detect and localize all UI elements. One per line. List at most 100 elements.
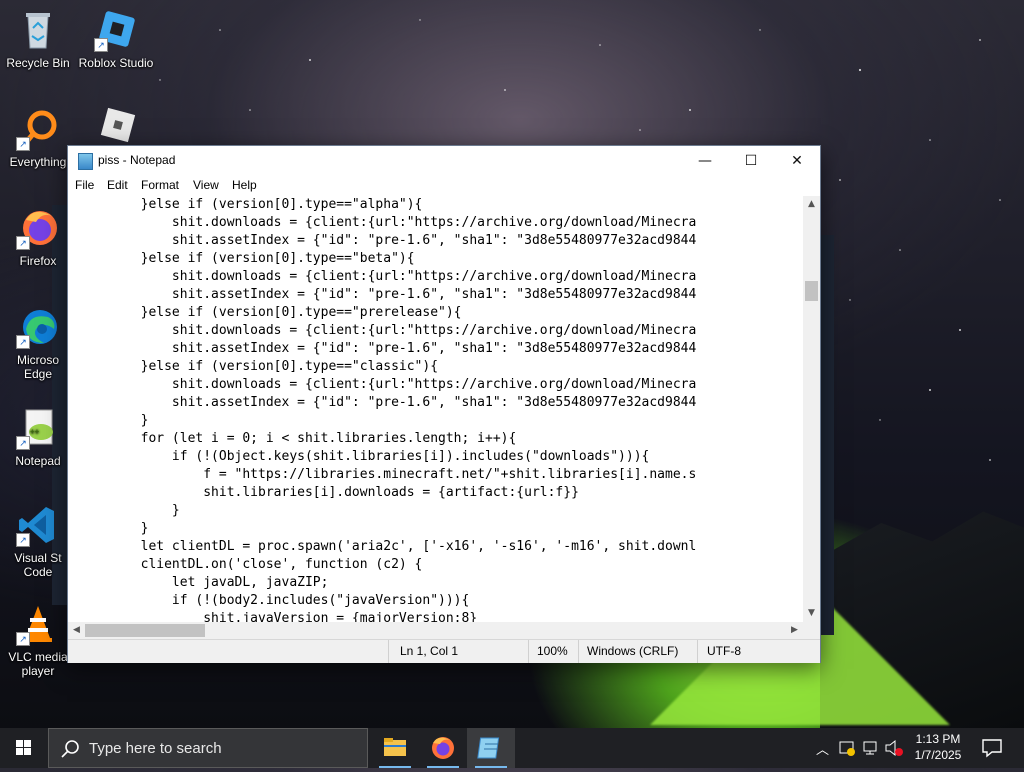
desktop-icon-label: Everything: [9, 155, 67, 169]
shortcut-arrow-icon: ↗: [16, 632, 30, 646]
desktop-icon-label: Microso: [16, 353, 59, 367]
desktop-icon-label: Firefox: [19, 254, 57, 268]
shortcut-arrow-icon: ↗: [16, 335, 30, 349]
status-separator: [578, 640, 579, 663]
status-encoding: UTF-8: [707, 644, 741, 658]
text-line: }else if (version[0].type=="prerelease")…: [78, 305, 462, 320]
desktop-icon-label: player: [21, 664, 55, 678]
text-line: shit.downloads = {client:{url:"https://a…: [78, 215, 697, 230]
desktop-icon-visual-studio-code[interactable]: ↗ Visual St Code: [0, 503, 76, 579]
shortcut-arrow-icon: ↗: [16, 533, 30, 547]
menu-view[interactable]: View: [193, 178, 219, 192]
clock-time: 1:13 PM: [915, 732, 961, 746]
text-line: }: [78, 503, 180, 518]
scroll-down-icon[interactable]: ▼: [803, 605, 820, 622]
volume-muted-icon[interactable]: [884, 739, 904, 757]
taskbar-notepad[interactable]: [467, 728, 515, 768]
text-line: }else if (version[0].type=="alpha"){: [78, 197, 423, 212]
taskbar: Type here to search ︿ 1:13 PM 1/7/2025: [0, 728, 1024, 768]
status-separator: [388, 640, 389, 663]
text-line: clientDL.on('close', function (c2) {: [78, 557, 423, 572]
search-icon: [61, 740, 79, 758]
start-button[interactable]: [0, 728, 48, 768]
network-icon[interactable]: [862, 739, 880, 757]
desktop-icon-label: Edge: [23, 367, 53, 381]
maximize-button[interactable]: ☐: [728, 146, 774, 176]
menu-format[interactable]: Format: [141, 178, 179, 192]
status-separator: [697, 640, 698, 663]
search-placeholder: Type here to search: [89, 740, 222, 757]
title-bar[interactable]: piss - Notepad — ☐ ✕: [68, 146, 820, 176]
vscode-icon: ↗: [16, 503, 60, 547]
text-line: }: [78, 521, 149, 536]
status-zoom: 100%: [537, 644, 568, 658]
notepad-icon: [477, 737, 500, 759]
text-line: }: [78, 413, 149, 428]
text-line: }else if (version[0].type=="beta"){: [78, 251, 415, 266]
text-line: shit.libraries[i].downloads = {artifact:…: [78, 485, 579, 500]
text-editor[interactable]: }else if (version[0].type=="alpha"){ shi…: [68, 196, 803, 622]
desktop-icon-microsoft-edge[interactable]: ↗ Microso Edge: [0, 305, 76, 381]
window-title: piss - Notepad: [98, 153, 176, 167]
desktop-icon-label: Roblox Studio: [78, 56, 154, 70]
firefox-icon: [432, 737, 454, 759]
taskbar-file-explorer[interactable]: [371, 728, 419, 768]
vertical-scrollbar[interactable]: ▲ ▼: [803, 196, 820, 622]
roblox-studio-icon: ↗: [94, 8, 138, 52]
notepad-plus-plus-icon: ++ ↗: [16, 406, 60, 450]
close-button[interactable]: ✕: [774, 146, 820, 176]
defender-warning-icon[interactable]: [838, 739, 856, 757]
desktop-icon-firefox[interactable]: ↗ Firefox: [0, 206, 76, 268]
menu-edit[interactable]: Edit: [107, 178, 128, 192]
taskbar-clock[interactable]: 1:13 PM 1/7/2025: [910, 731, 966, 763]
desktop-icon-label: Code: [23, 565, 53, 579]
status-cursor-position: Ln 1, Col 1: [400, 644, 459, 658]
notepad-window[interactable]: piss - Notepad — ☐ ✕ File Edit Format Vi…: [67, 145, 821, 663]
horizontal-scroll-thumb[interactable]: [85, 624, 205, 637]
shortcut-arrow-icon: ↗: [16, 436, 30, 450]
text-line: shit.downloads = {client:{url:"https://a…: [78, 377, 697, 392]
action-center-icon[interactable]: [980, 736, 1004, 760]
recycle-bin-icon: [16, 8, 60, 52]
text-line: }else if (version[0].type=="classic"){: [78, 359, 439, 374]
shortcut-arrow-icon: ↗: [94, 38, 108, 52]
scroll-up-icon[interactable]: ▲: [803, 196, 820, 213]
status-bar: Ln 1, Col 1 100% Windows (CRLF) UTF-8: [68, 639, 820, 663]
desktop-icon-vlc[interactable]: ↗ VLC media player: [0, 602, 76, 678]
windows-logo-icon: [16, 740, 31, 755]
desktop-icon-recycle-bin[interactable]: Recycle Bin: [0, 8, 76, 70]
text-line: let javaDL, javaZIP;: [78, 575, 329, 590]
scroll-right-icon[interactable]: ▶: [786, 622, 803, 639]
minimize-button[interactable]: —: [682, 146, 728, 176]
menu-file[interactable]: File: [75, 178, 94, 192]
shortcut-arrow-icon: ↗: [16, 137, 30, 151]
svg-text:++: ++: [30, 427, 40, 436]
desktop-icon-label: VLC media: [8, 650, 68, 664]
text-line: shit.assetIndex = {"id": "pre-1.6", "sha…: [78, 233, 697, 248]
text-line: shit.assetIndex = {"id": "pre-1.6", "sha…: [78, 287, 697, 302]
firefox-icon: ↗: [16, 206, 60, 250]
vertical-scroll-thumb[interactable]: [805, 281, 818, 301]
taskbar-search-box[interactable]: Type here to search: [48, 728, 368, 768]
scrollbar-corner: [803, 622, 820, 639]
taskbar-firefox[interactable]: [419, 728, 467, 768]
text-line: let clientDL = proc.spawn('aria2c', ['-x…: [78, 539, 697, 554]
text-line: shit.javaVersion = {majorVersion:8}: [78, 611, 478, 622]
desktop-icon-notepad-plus-plus[interactable]: ++ ↗ Notepad: [0, 406, 76, 468]
text-line: if (!(body2.includes("javaVersion"))){: [78, 593, 470, 608]
text-line: shit.assetIndex = {"id": "pre-1.6", "sha…: [78, 341, 697, 356]
status-line-ending: Windows (CRLF): [587, 644, 679, 658]
desktop-icon-roblox-studio[interactable]: ↗ Roblox Studio: [78, 8, 154, 70]
horizontal-scrollbar[interactable]: ◀ ▶: [68, 622, 803, 639]
text-line: f = "https://libraries.minecraft.net/"+s…: [78, 467, 697, 482]
shortcut-arrow-icon: ↗: [16, 236, 30, 250]
menu-help[interactable]: Help: [232, 178, 257, 192]
desktop-icon-label: Visual St: [14, 551, 62, 565]
desktop-icon-label: Recycle Bin: [6, 56, 70, 70]
text-line: shit.downloads = {client:{url:"https://a…: [78, 269, 697, 284]
desktop-icon-everything[interactable]: ↗ Everything: [0, 107, 76, 169]
show-hidden-icons-chevron-icon[interactable]: ︿: [816, 739, 829, 758]
scroll-left-icon[interactable]: ◀: [68, 622, 85, 639]
clock-date: 1/7/2025: [914, 748, 962, 762]
everything-search-icon: ↗: [16, 107, 60, 151]
